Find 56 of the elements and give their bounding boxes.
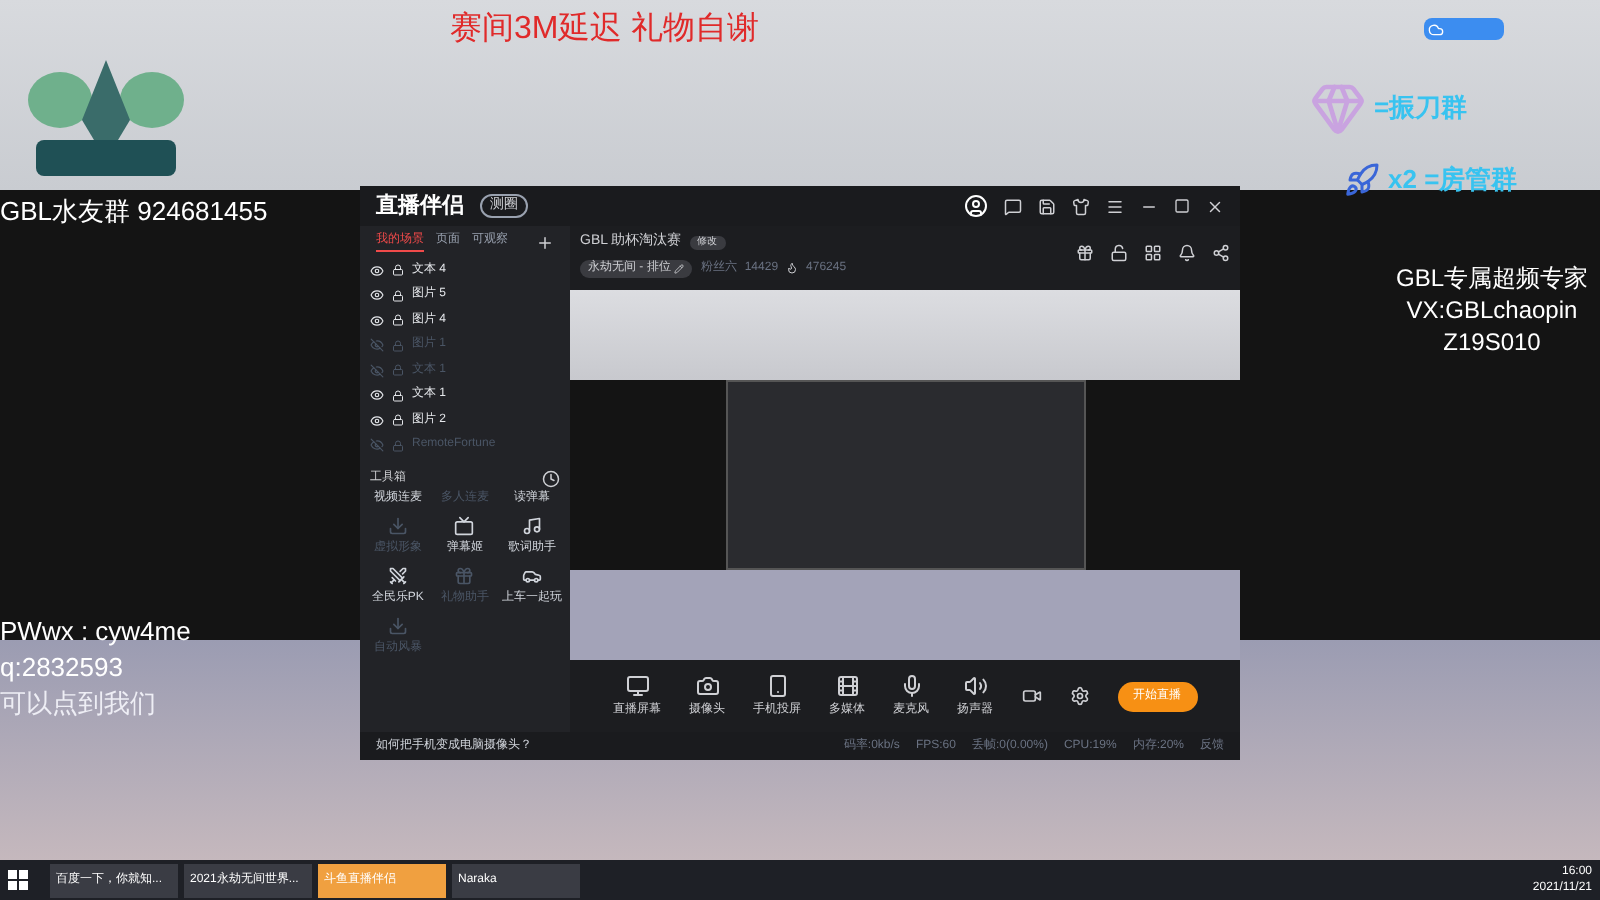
contact-text: 可以点到我们 [0,686,158,722]
lock-icon[interactable] [392,289,404,302]
maximize-icon[interactable] [1174,198,1190,214]
music-note-icon [522,516,543,536]
film-icon [835,673,859,697]
badge-text: =振刀群 [1374,90,1468,127]
record-icon[interactable] [1021,686,1041,706]
sponsor-text: VX:GBLchaopin [1406,294,1578,326]
eye-icon[interactable] [370,313,384,328]
lock-icon[interactable] [392,414,404,427]
download-icon [387,516,408,536]
speaker-icon [963,673,987,697]
eye-icon[interactable] [370,263,384,278]
settings-icon[interactable] [1069,686,1089,706]
flame-icon [786,262,799,274]
sponsor-text: GBL专属超频专家 [1395,262,1588,294]
bell-icon[interactable] [1178,244,1196,262]
contact-text: PWwx : cyw4me [0,614,191,650]
gift-icon[interactable] [1076,244,1094,262]
avatar-icon[interactable] [964,194,988,218]
notice-text: 赛间3M延迟 礼物自谢 [450,9,760,50]
gift-icon [454,566,475,586]
crossed-swords-icon [387,566,408,586]
app-title: 直播伴侣 [376,191,464,222]
save-icon[interactable] [1038,197,1056,215]
add-icon[interactable] [536,233,554,251]
message-icon[interactable] [1004,197,1022,215]
lock-icon[interactable] [392,389,404,402]
badge-text: x2 =房管群 [1388,162,1518,198]
fan-group-text: GBL水友群 924681455 [0,194,268,230]
clock-icon[interactable] [542,469,560,487]
pencil-icon [674,263,685,273]
download-icon [387,616,408,636]
windows-logo-icon[interactable] [8,870,28,890]
eye-icon[interactable] [370,413,384,428]
lock-icon[interactable] [392,314,404,327]
lock-icon[interactable] [392,264,404,277]
share-icon[interactable] [1212,244,1230,262]
tv-icon [454,516,475,536]
smartphone-icon [765,673,789,697]
medal-icon [1310,80,1366,136]
eye-icon[interactable] [370,388,384,403]
close-icon[interactable] [1206,197,1224,215]
rocket-icon [1344,161,1380,198]
contact-text: q:2832593 [0,650,125,686]
microphone-icon [899,673,923,697]
shirt-icon[interactable] [1072,197,1090,215]
cloud-icon [1428,21,1444,37]
car-icon [522,566,543,586]
grid-icon[interactable] [1144,244,1162,262]
sponsor-text: Z19S010 [1443,326,1541,358]
menu-icon[interactable] [1106,197,1124,215]
camera-icon [695,673,719,697]
unlock-icon[interactable] [1110,244,1128,262]
eye-icon[interactable] [370,288,384,303]
monitor-icon [625,673,649,697]
